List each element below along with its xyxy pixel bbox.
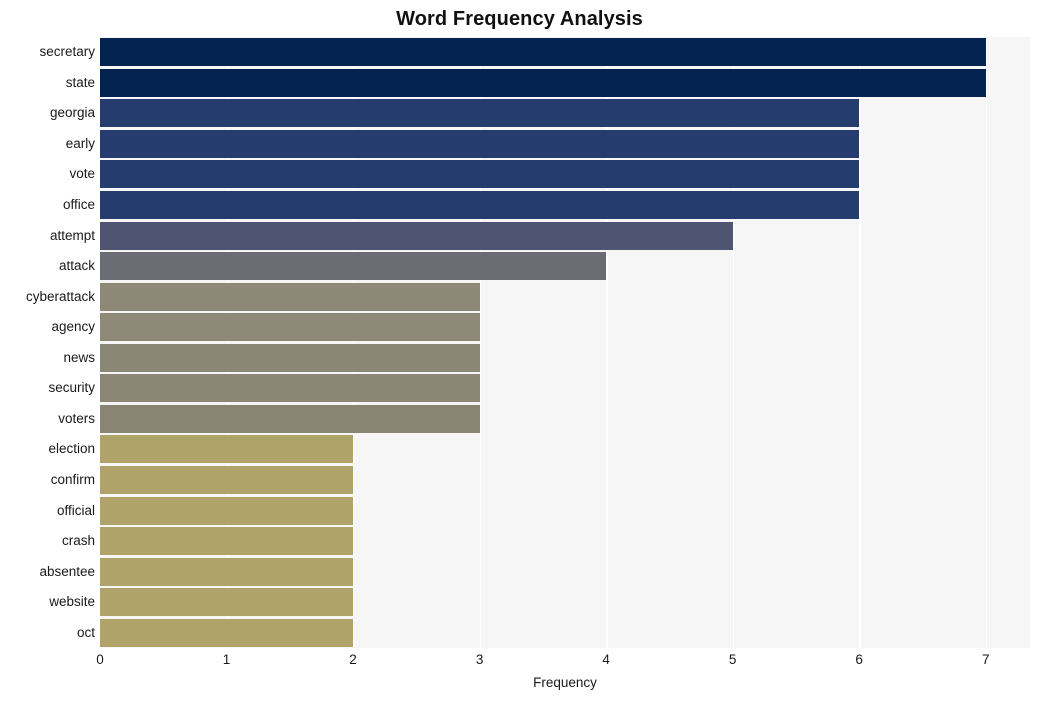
y-tick-label-state: state xyxy=(65,74,95,90)
bar-attack[interactable] xyxy=(100,252,607,281)
bar-crash[interactable] xyxy=(100,527,354,556)
x-tick-label-4: 4 xyxy=(602,652,610,667)
y-tick-label-security: security xyxy=(48,380,95,396)
y-tick-label-georgia: georgia xyxy=(49,105,95,121)
bar-state[interactable] xyxy=(100,68,986,97)
y-tick-label-crash: crash xyxy=(61,533,95,549)
x-tick-label-2: 2 xyxy=(349,652,357,667)
x-tick-label-7: 7 xyxy=(981,652,990,667)
bars-container xyxy=(100,37,1030,648)
bar-confirm[interactable] xyxy=(100,465,354,494)
bar-security[interactable] xyxy=(100,374,480,403)
chart-title: Word Frequency Analysis xyxy=(396,8,643,30)
x-axis-tick-labels: 0 1 2 3 4 5 6 7 xyxy=(0,651,1039,673)
y-tick-label-confirm: confirm xyxy=(50,471,95,487)
bar-absentee[interactable] xyxy=(100,557,354,586)
bar-cyberattack[interactable] xyxy=(100,282,480,311)
y-tick-label-secretary: secretary xyxy=(39,44,95,60)
bar-early[interactable] xyxy=(100,129,860,158)
bar-website[interactable] xyxy=(100,588,354,617)
y-tick-label-official: official xyxy=(56,502,95,518)
x-tick-label-1: 1 xyxy=(222,652,231,667)
bar-election[interactable] xyxy=(100,435,354,464)
bar-vote[interactable] xyxy=(100,160,860,189)
bar-georgia[interactable] xyxy=(100,99,860,128)
chart-figure: Word Frequency Analysis secretary state ge… xyxy=(0,0,1039,701)
y-tick-label-news: news xyxy=(63,349,95,365)
bar-secretary[interactable] xyxy=(100,38,986,67)
y-tick-label-website: website xyxy=(49,594,95,610)
bar-office[interactable] xyxy=(100,191,860,220)
y-tick-label-agency: agency xyxy=(51,319,95,335)
y-tick-label-cyberattack: cyberattack xyxy=(25,288,95,304)
x-tick-label-6: 6 xyxy=(855,652,863,667)
y-tick-label-vote: vote xyxy=(69,166,95,182)
y-axis-tick-labels: secretary state georgia early vote office atte… xyxy=(0,37,95,648)
x-tick-label-5: 5 xyxy=(728,652,737,667)
bar-agency[interactable] xyxy=(100,313,480,342)
y-tick-label-early: early xyxy=(65,135,95,151)
bar-oct[interactable] xyxy=(100,618,354,647)
y-tick-label-office: office xyxy=(62,197,95,213)
y-tick-label-attack: attack xyxy=(58,258,95,274)
bar-news[interactable] xyxy=(100,343,480,372)
y-tick-label-voters: voters xyxy=(58,410,95,426)
y-tick-label-absentee: absentee xyxy=(39,563,95,579)
bar-official[interactable] xyxy=(100,496,354,525)
bar-voters[interactable] xyxy=(100,404,480,433)
plot-area xyxy=(100,37,1030,648)
x-tick-label-3: 3 xyxy=(475,652,484,667)
y-tick-label-oct: oct xyxy=(76,624,95,640)
x-tick-label-0: 0 xyxy=(96,652,104,667)
y-tick-label-election: election xyxy=(48,441,95,457)
bar-attempt[interactable] xyxy=(100,221,733,250)
x-axis-title: Frequency xyxy=(533,675,597,690)
y-tick-label-attempt: attempt xyxy=(49,227,95,243)
